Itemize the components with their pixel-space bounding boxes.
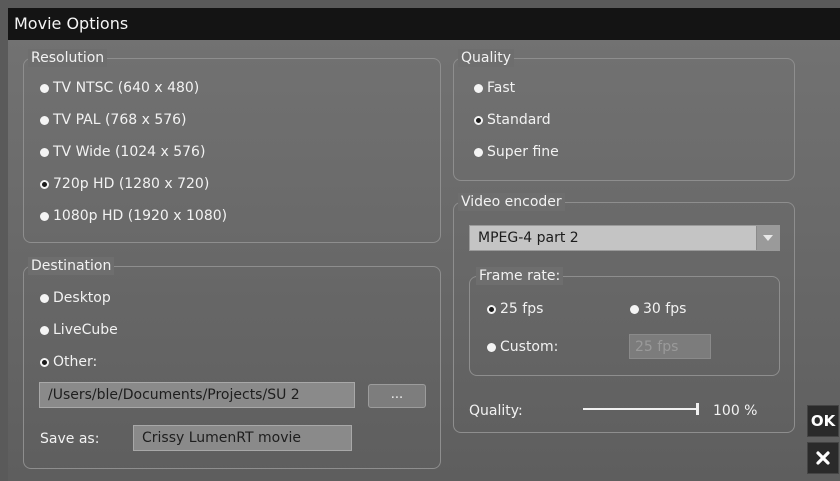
frame-rate-group: Frame rate: 25 fps 30 fps Custom: 25 fps	[469, 267, 780, 376]
destination-group: Destination Desktop LiveCube Other: /Use…	[23, 257, 441, 469]
radio-desktop[interactable]: Desktop	[40, 290, 111, 306]
radio-label: TV Wide (1024 x 576)	[53, 144, 206, 160]
codec-value: MPEG-4 part 2	[478, 230, 579, 246]
radio-dot-selected	[474, 115, 483, 125]
radio-custom-fps[interactable]: Custom:	[487, 339, 558, 355]
quality-slider-handle[interactable]	[696, 403, 699, 415]
radio-dot	[487, 342, 496, 352]
encoder-quality-value: 100 %	[713, 403, 758, 419]
encoder-quality-label: Quality:	[469, 403, 523, 419]
codec-dropdown[interactable]: MPEG-4 part 2	[469, 225, 780, 251]
radio-dot	[40, 211, 49, 221]
radio-tv-ntsc[interactable]: TV NTSC (640 x 480)	[40, 80, 199, 96]
radio-dot	[40, 147, 49, 157]
radio-30fps[interactable]: 30 fps	[630, 301, 686, 317]
destination-path-input[interactable]: /Users/ble/Documents/Projects/SU 2	[39, 382, 355, 408]
radio-25fps[interactable]: 25 fps	[487, 301, 543, 317]
quality-slider-track[interactable]	[583, 408, 699, 410]
resolution-legend: Resolution	[28, 49, 108, 67]
radio-dot-selected	[40, 179, 49, 189]
custom-fps-input[interactable]: 25 fps	[629, 334, 711, 359]
radio-720p[interactable]: 720p HD (1280 x 720)	[40, 176, 209, 192]
radio-label: TV PAL (768 x 576)	[53, 112, 187, 128]
radio-label: 1080p HD (1920 x 1080)	[53, 208, 228, 224]
window-title: Movie Options	[8, 8, 840, 40]
radio-1080p[interactable]: 1080p HD (1920 x 1080)	[40, 208, 227, 224]
radio-quality-fast[interactable]: Fast	[474, 80, 515, 96]
radio-dot-selected	[487, 304, 496, 314]
chevron-down-icon[interactable]	[756, 226, 779, 250]
radio-dot	[630, 304, 639, 314]
radio-label: 30 fps	[643, 301, 687, 317]
radio-label: Super fine	[487, 144, 559, 160]
radio-dot	[40, 325, 49, 335]
radio-label: Desktop	[53, 290, 111, 306]
browse-button[interactable]: ...	[368, 384, 426, 408]
radio-label: Standard	[487, 112, 551, 128]
radio-label: Other:	[53, 354, 98, 370]
quality-legend: Quality	[458, 49, 515, 67]
radio-quality-super-fine[interactable]: Super fine	[474, 144, 559, 160]
radio-label: Custom:	[500, 339, 559, 355]
quality-group: Quality Fast Standard Super fine	[453, 49, 795, 181]
radio-dot-selected	[40, 357, 49, 367]
video-encoder-legend: Video encoder	[458, 193, 565, 211]
radio-tv-wide[interactable]: TV Wide (1024 x 576)	[40, 144, 205, 160]
radio-label: Fast	[487, 80, 516, 96]
frame-rate-legend: Frame rate:	[476, 267, 564, 285]
movie-options-dialog: Movie Options Resolution TV NTSC (640 x …	[8, 8, 840, 481]
radio-livecube[interactable]: LiveCube	[40, 322, 118, 338]
radio-dot	[40, 83, 49, 93]
resolution-group: Resolution TV NTSC (640 x 480) TV PAL (7…	[23, 49, 441, 243]
radio-dot	[40, 115, 49, 125]
radio-label: TV NTSC (640 x 480)	[53, 80, 200, 96]
radio-dot	[474, 83, 483, 93]
radio-quality-standard[interactable]: Standard	[474, 112, 551, 128]
radio-dot	[40, 293, 49, 303]
radio-label: 25 fps	[500, 301, 544, 317]
radio-other[interactable]: Other:	[40, 354, 97, 370]
radio-dot	[474, 147, 483, 157]
video-encoder-group: Video encoder MPEG-4 part 2 Frame rate: …	[453, 193, 795, 433]
cancel-button[interactable]	[807, 442, 839, 474]
radio-label: 720p HD (1280 x 720)	[53, 176, 210, 192]
save-as-label: Save as:	[40, 431, 100, 447]
radio-label: LiveCube	[53, 322, 118, 338]
radio-tv-pal[interactable]: TV PAL (768 x 576)	[40, 112, 187, 128]
save-as-input[interactable]: Crissy LumenRT movie	[133, 425, 352, 451]
close-icon	[816, 451, 830, 465]
destination-legend: Destination	[28, 257, 115, 275]
ok-button[interactable]: OK	[807, 405, 839, 437]
